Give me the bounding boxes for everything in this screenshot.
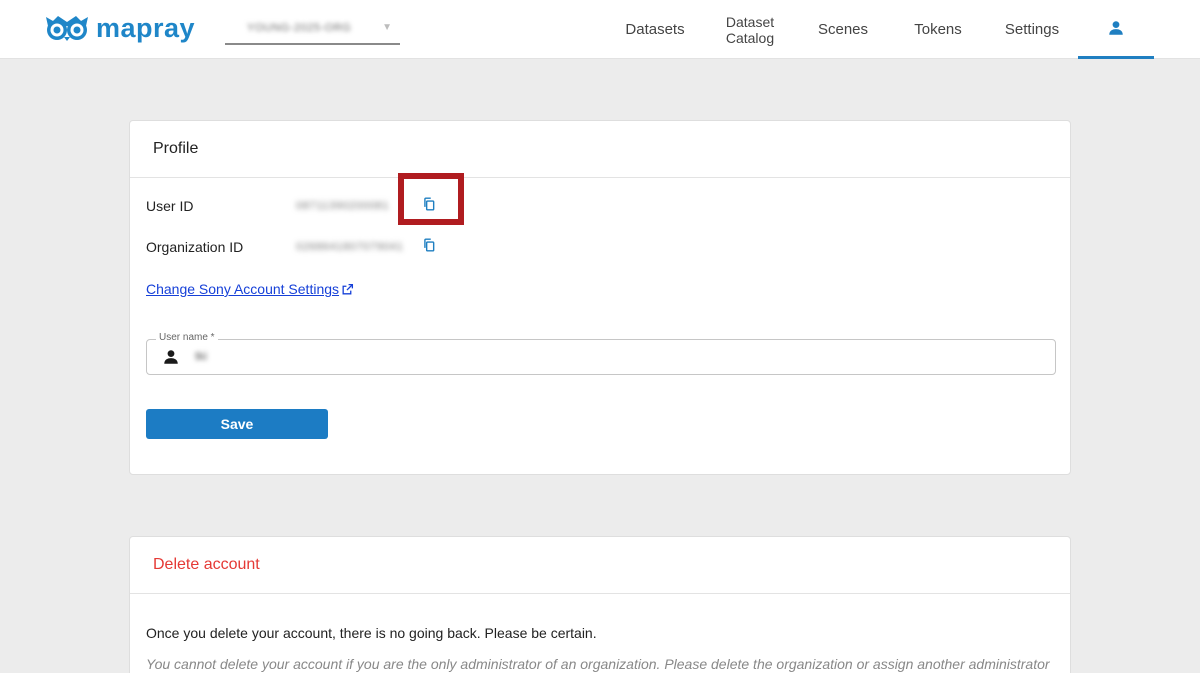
user-id-label: User ID: [146, 198, 194, 214]
delete-account-card: Delete account Once you delete your acco…: [129, 536, 1071, 673]
nav-tokens-label: Tokens: [914, 20, 962, 38]
nav-datasets-label: Datasets: [625, 20, 685, 38]
organization-select-value: YOUNG-2025-ORG: [247, 22, 352, 34]
nav-scenes-label: Scenes: [817, 20, 869, 38]
external-link-icon: [342, 283, 354, 294]
nav-datasets[interactable]: Datasets: [620, 0, 690, 59]
delete-account-note: You cannot delete your account if you ar…: [146, 656, 1050, 672]
nav-dataset-catalog[interactable]: Dataset Catalog: [715, 0, 785, 59]
username-input[interactable]: [195, 349, 255, 363]
save-button[interactable]: Save: [146, 409, 328, 439]
organization-select[interactable]: YOUNG-2025-ORG ▼: [225, 13, 400, 45]
chevron-down-icon: ▼: [382, 22, 392, 33]
person-icon: [1109, 21, 1123, 35]
user-id-value: 08711390200081: [296, 200, 390, 212]
highlight-box: [398, 173, 464, 225]
username-field[interactable]: User name *: [146, 332, 1056, 375]
delete-account-warning: Once you delete your account, there is n…: [146, 625, 597, 641]
nav-user-profile[interactable]: [1078, 0, 1154, 59]
nav-tokens[interactable]: Tokens: [905, 0, 971, 59]
copy-icon: [424, 238, 435, 252]
profile-card: Profile User ID 08711390200081 Organizat…: [129, 120, 1071, 475]
nav-scenes[interactable]: Scenes: [810, 0, 876, 59]
nav-dataset-catalog-label-2: Catalog: [725, 29, 775, 46]
brand-name: mapray: [96, 13, 196, 43]
copy-organization-id-button[interactable]: [420, 236, 438, 254]
profile-card-title: Profile: [130, 121, 1070, 178]
person-icon: [162, 348, 180, 371]
app-frame: mapray YOUNG-2025-ORG ▼ Datasets Dataset…: [0, 0, 1200, 673]
nav-dataset-catalog-label-1: Dataset: [725, 13, 775, 30]
change-sony-account-settings-link[interactable]: Change Sony Account Settings: [146, 281, 354, 297]
username-field-label: User name *: [156, 332, 218, 343]
change-sony-account-settings-label: Change Sony Account Settings: [146, 281, 340, 297]
organization-id-label: Organization ID: [146, 239, 244, 255]
nav-settings[interactable]: Settings: [996, 0, 1068, 59]
brand-logo[interactable]: mapray: [44, 13, 195, 43]
nav-settings-label: Settings: [1004, 20, 1060, 38]
delete-account-title: Delete account: [130, 537, 1070, 594]
owl-logo-icon: [46, 16, 88, 41]
organization-id-value: 0268641807079041: [296, 241, 404, 253]
top-header: mapray YOUNG-2025-ORG ▼ Datasets Dataset…: [0, 0, 1200, 59]
